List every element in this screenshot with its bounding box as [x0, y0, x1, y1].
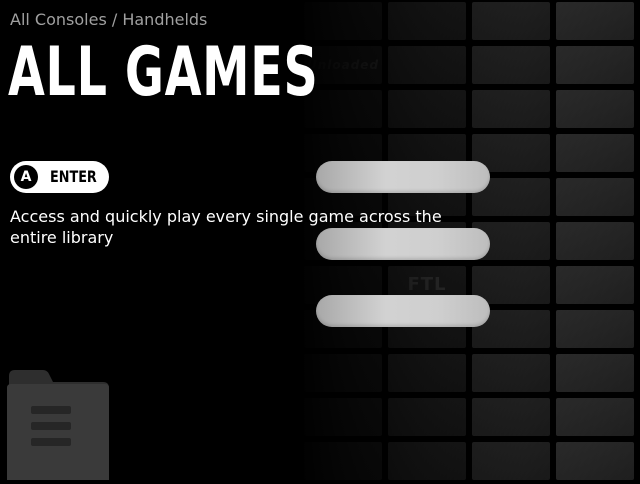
game-cover-tile	[556, 134, 634, 172]
game-cover-tile	[556, 442, 634, 480]
game-cover-tile	[388, 90, 466, 128]
game-cover-tile	[556, 46, 634, 84]
menu-item-2[interactable]	[316, 228, 490, 260]
game-cover-tile	[556, 354, 634, 392]
game-cover-tile	[556, 310, 634, 348]
game-cover-text: FTL	[407, 274, 447, 295]
enter-button-label: ENTER	[50, 167, 97, 186]
game-cover-tile	[556, 90, 634, 128]
breadcrumb: All Consoles / Handhelds	[10, 10, 208, 29]
game-cover-tile	[304, 398, 382, 436]
game-cover-tile	[388, 46, 466, 84]
menu-item-3[interactable]	[316, 295, 490, 327]
game-cover-tile	[556, 398, 634, 436]
game-cover-tile	[556, 178, 634, 216]
game-cover-tile	[472, 2, 550, 40]
game-cover-tile	[472, 398, 550, 436]
game-cover-tile	[388, 354, 466, 392]
game-cover-tile	[304, 354, 382, 392]
game-cover-tile	[388, 442, 466, 480]
page-title: ALL GAMES	[8, 33, 319, 112]
game-cover-tile	[472, 354, 550, 392]
enter-button[interactable]: A ENTER	[10, 161, 109, 193]
game-cover-tile	[556, 222, 634, 260]
game-cover-tile	[304, 442, 382, 480]
game-cover-tile	[472, 90, 550, 128]
folder-icon	[5, 368, 109, 480]
menu-item-1[interactable]	[316, 161, 490, 193]
game-cover-tile	[556, 2, 634, 40]
game-cover-tile	[388, 398, 466, 436]
game-cover-tile	[472, 46, 550, 84]
game-cover-tile	[556, 266, 634, 304]
game-cover-tile	[388, 2, 466, 40]
a-button-icon: A	[14, 165, 38, 189]
game-cover-tile	[472, 442, 550, 480]
